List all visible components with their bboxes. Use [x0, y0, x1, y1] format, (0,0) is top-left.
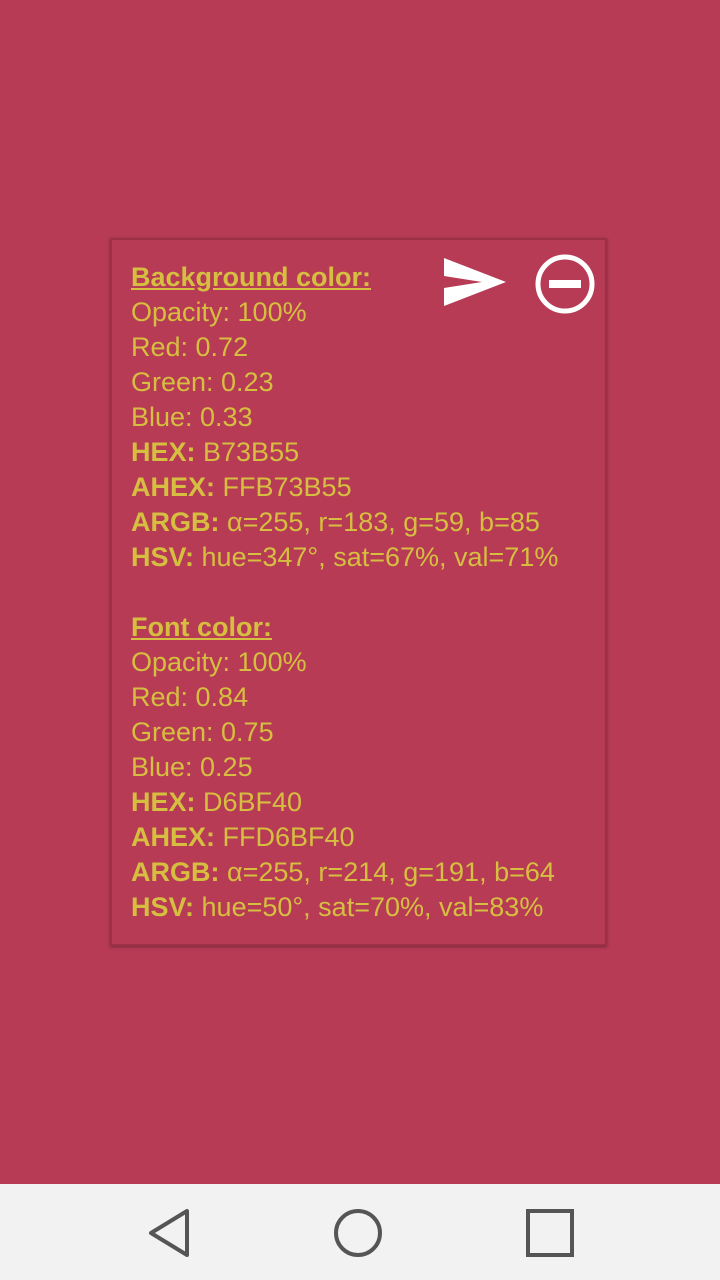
system-navigation-bar [0, 1184, 720, 1280]
recents-square-icon [526, 1209, 574, 1257]
bg-hsv-label: HSV: [131, 542, 195, 572]
bg-ahex-value: FFB73B55 [215, 472, 352, 502]
bg-hex-value: B73B55 [195, 437, 300, 467]
bg-argb-label: ARGB: [131, 507, 220, 537]
bg-hsv-row: HSV: hue=347°, sat=67%, val=71% [131, 540, 595, 575]
home-button[interactable] [323, 1198, 393, 1268]
bg-red: Red: 0.72 [131, 332, 249, 362]
font-hex-row: HEX: D6BF40 [131, 785, 595, 820]
font-hsv-row: HSV: hue=50°, sat=70%, val=83% [131, 890, 595, 925]
bg-green: Green: 0.23 [131, 367, 274, 397]
font-hex-label: HEX: [131, 787, 196, 817]
bg-hsv-value: hue=347°, sat=67%, val=71% [194, 542, 559, 572]
font-ahex-row: AHEX: FFD6BF40 [131, 820, 595, 855]
font-color-heading: Font color: [131, 612, 272, 642]
bg-ahex-row: AHEX: FFB73B55 [131, 470, 595, 505]
bg-blue: Blue: 0.33 [131, 402, 253, 432]
send-icon [444, 258, 506, 306]
recents-button[interactable] [514, 1198, 584, 1268]
bg-hex-row: HEX: B73B55 [131, 435, 595, 470]
font-opacity: Opacity: 100% [131, 647, 307, 677]
bg-ahex-label: AHEX: [131, 472, 216, 502]
color-info-text: Background color: Opacity: 100% Red: 0.7… [131, 260, 595, 925]
font-argb-row: ARGB: α=255, r=214, g=191, b=64 [131, 855, 595, 890]
back-triangle-icon [149, 1209, 189, 1257]
font-hsv-value: hue=50°, sat=70%, val=83% [194, 892, 544, 922]
back-button[interactable] [135, 1198, 205, 1268]
font-blue: Blue: 0.25 [131, 752, 253, 782]
share-button[interactable] [442, 254, 508, 310]
home-circle-icon [334, 1209, 382, 1257]
remove-button[interactable] [534, 253, 596, 315]
bg-hex-label: HEX: [131, 437, 196, 467]
bg-opacity: Opacity: 100% [131, 297, 307, 327]
bg-argb-row: ARGB: α=255, r=183, g=59, b=85 [131, 505, 595, 540]
color-info-card: Background color: Opacity: 100% Red: 0.7… [110, 238, 607, 946]
font-argb-value: α=255, r=214, g=191, b=64 [219, 857, 555, 887]
bg-argb-value: α=255, r=183, g=59, b=85 [219, 507, 540, 537]
font-argb-label: ARGB: [131, 857, 220, 887]
remove-circle-icon [535, 254, 595, 314]
font-hex-value: D6BF40 [195, 787, 303, 817]
background-color-heading: Background color: [131, 262, 372, 292]
font-hsv-label: HSV: [131, 892, 195, 922]
font-red: Red: 0.84 [131, 682, 249, 712]
font-ahex-label: AHEX: [131, 822, 216, 852]
font-green: Green: 0.75 [131, 717, 274, 747]
font-ahex-value: FFD6BF40 [215, 822, 355, 852]
